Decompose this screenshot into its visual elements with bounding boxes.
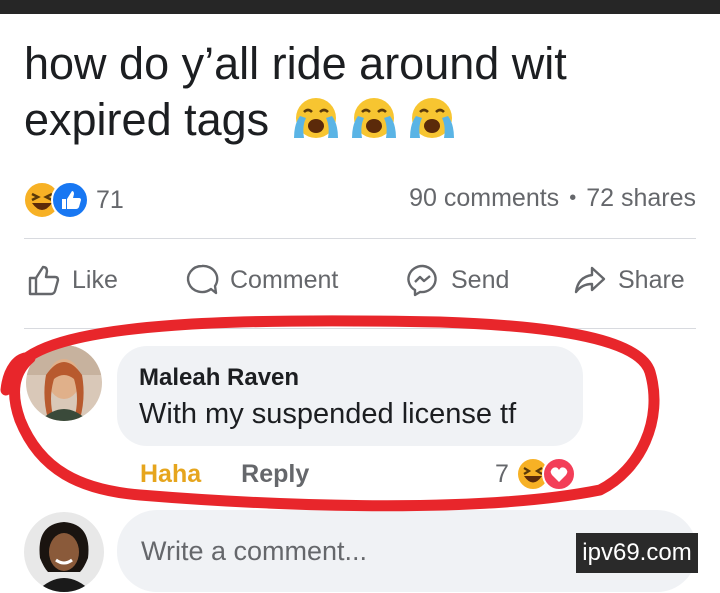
- comment-bubble-icon: [186, 264, 219, 295]
- like-button[interactable]: Like: [26, 262, 118, 298]
- crying-emoji-row: [290, 96, 458, 142]
- current-user-avatar[interactable]: [24, 512, 104, 592]
- share-label: Share: [618, 265, 685, 294]
- write-comment-placeholder: Write a comment...: [141, 536, 368, 566]
- comment-actions: Haha Reply: [140, 460, 309, 489]
- share-button[interactable]: Share: [572, 262, 685, 298]
- comment-haha-button[interactable]: Haha: [140, 460, 201, 489]
- comment-reactions[interactable]: 7: [495, 456, 577, 492]
- divider: [24, 328, 696, 329]
- post-reaction-count: 71: [96, 185, 124, 214]
- post-text-line-2-text: expired tags: [24, 94, 270, 145]
- send-button[interactable]: Send: [405, 262, 509, 298]
- comment-text: With my suspended license tf: [139, 398, 517, 430]
- crying-face-icon: [409, 98, 454, 139]
- crying-face-icon: [351, 98, 396, 139]
- comments-count-link[interactable]: 90 comments: [409, 184, 559, 213]
- comment-label: Comment: [230, 265, 339, 294]
- post-reactions[interactable]: 71: [22, 180, 124, 220]
- post-text-line-1: how do y’all ride around wit: [24, 38, 567, 89]
- current-user-photo: [24, 512, 104, 592]
- comment-bubble: Maleah Raven With my suspended license t…: [117, 346, 583, 446]
- divider: [24, 238, 696, 239]
- post-action-bar: Like Comment Send Share: [0, 262, 720, 306]
- watermark: ipv69.com: [576, 533, 698, 573]
- thumbs-up-icon: [28, 265, 60, 296]
- crying-face-icon: [293, 98, 338, 139]
- post-text-line-2: expired tags: [24, 92, 664, 148]
- like-reaction-icon: [51, 181, 89, 219]
- post-text: how do y’all ride around wit expired tag…: [24, 36, 664, 148]
- messenger-icon: [407, 264, 437, 297]
- shares-count-link[interactable]: 72 shares: [586, 184, 696, 213]
- love-reaction-icon: [541, 457, 576, 491]
- share-arrow-icon: [574, 266, 606, 294]
- meta-separator: •: [569, 187, 577, 209]
- comment-author[interactable]: Maleah Raven: [139, 364, 299, 392]
- top-bar: [0, 0, 720, 14]
- send-label: Send: [451, 265, 510, 294]
- commenter-avatar[interactable]: [26, 345, 102, 421]
- like-label: Like: [72, 265, 118, 294]
- comment-reply-button[interactable]: Reply: [241, 460, 309, 489]
- comment-button[interactable]: Comment: [184, 262, 338, 298]
- comment-reaction-count: 7: [495, 459, 509, 488]
- post-meta-counts: 90 comments • 72 shares: [409, 184, 696, 213]
- commenter-photo: [26, 345, 102, 421]
